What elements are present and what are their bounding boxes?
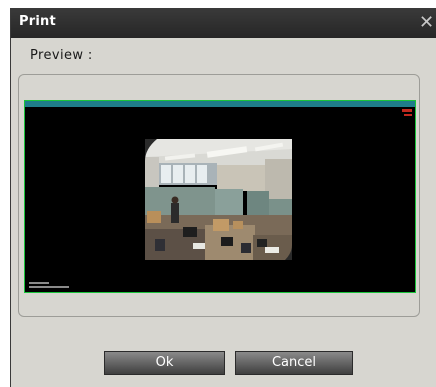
preview-header-bar [25,101,415,107]
ok-button[interactable]: Ok [104,351,225,375]
title-bar[interactable]: Print ✕ [11,8,436,38]
preview-label: Preview : [30,48,93,63]
cancel-button[interactable]: Cancel [235,351,353,375]
dialog-title: Print [19,14,56,29]
close-icon[interactable]: ✕ [419,10,436,36]
preview-image [24,100,416,293]
camera-snapshot [145,139,292,260]
recording-indicator-secondary [404,114,412,116]
timestamp-overlay [29,282,69,288]
recording-indicator [402,109,412,112]
